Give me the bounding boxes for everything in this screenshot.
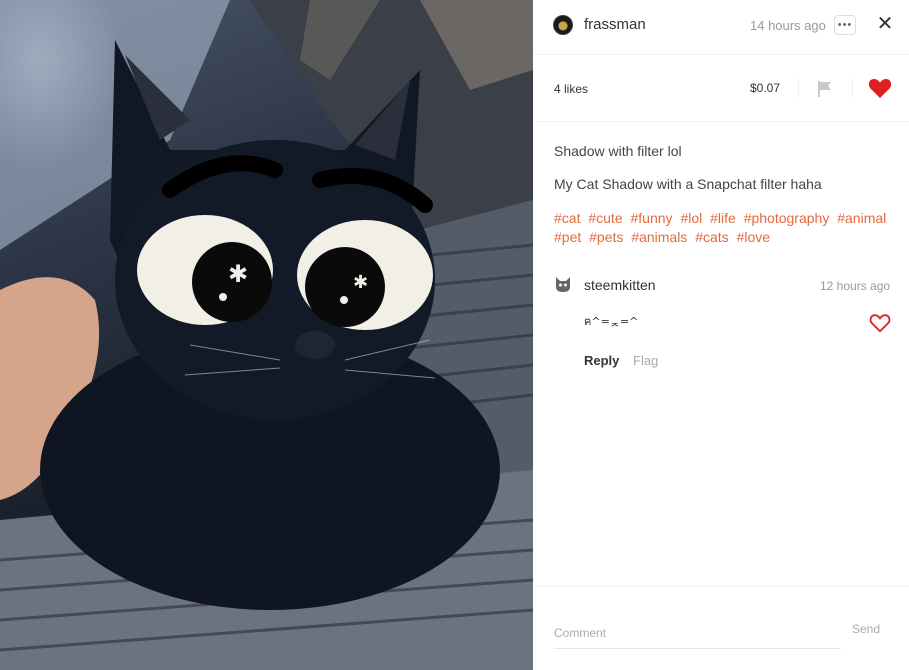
- post-header: frassman 14 hours ago ••• ✕: [533, 0, 909, 55]
- cat-photo-image: ✱ ✱: [0, 0, 533, 670]
- tag-link[interactable]: #cute: [588, 210, 622, 226]
- post-panel: frassman 14 hours ago ••• ✕ 4 likes $0.0…: [533, 0, 909, 670]
- reply-button[interactable]: Reply: [584, 353, 619, 368]
- likes-count[interactable]: 4 likes: [554, 82, 588, 96]
- author-name[interactable]: frassman: [584, 16, 646, 33]
- tag-link[interactable]: #funny: [631, 210, 673, 226]
- post-body: My Cat Shadow with a Snapchat filter hah…: [554, 176, 822, 192]
- post-photo: ✱ ✱: [0, 0, 533, 670]
- tag-link[interactable]: #cat: [554, 210, 580, 226]
- comment-author[interactable]: steemkitten: [584, 277, 656, 293]
- tag-link[interactable]: #lol: [680, 210, 702, 226]
- flag-icon[interactable]: [816, 80, 834, 98]
- comment-footer: Send: [533, 586, 909, 670]
- comment-time: 12 hours ago: [820, 279, 891, 293]
- tag-link[interactable]: #cats: [695, 229, 728, 245]
- divider: [852, 78, 853, 98]
- flag-comment-button[interactable]: Flag: [633, 353, 658, 368]
- svg-text:✱: ✱: [228, 260, 248, 288]
- post-title: Shadow with filter lol: [554, 143, 682, 159]
- heart-icon[interactable]: [868, 77, 892, 99]
- divider: [798, 78, 799, 98]
- tag-link[interactable]: #love: [737, 229, 770, 245]
- post-tags: #cat #cute #funny #lol #life #photograph…: [554, 209, 894, 247]
- tag-link[interactable]: #photography: [744, 210, 830, 226]
- cat-avatar-icon[interactable]: [554, 275, 572, 293]
- close-icon[interactable]: ✕: [875, 13, 895, 35]
- author-avatar[interactable]: [553, 15, 573, 35]
- tag-link[interactable]: #pets: [589, 229, 623, 245]
- comment-text: ฅ^=ᆽ=^: [584, 315, 639, 328]
- post-time: 14 hours ago: [750, 18, 826, 33]
- tag-link[interactable]: #pet: [554, 229, 581, 245]
- send-button[interactable]: Send: [852, 622, 880, 636]
- tag-link[interactable]: #animals: [631, 229, 687, 245]
- heart-outline-icon[interactable]: [869, 312, 891, 334]
- post-stats: 4 likes $0.07: [533, 56, 909, 122]
- tag-link[interactable]: #animal: [837, 210, 886, 226]
- payout-value[interactable]: $0.07: [750, 81, 780, 95]
- comment-input[interactable]: [554, 617, 841, 649]
- svg-text:✱: ✱: [353, 272, 368, 293]
- more-icon[interactable]: •••: [834, 15, 856, 35]
- tag-link[interactable]: #life: [710, 210, 736, 226]
